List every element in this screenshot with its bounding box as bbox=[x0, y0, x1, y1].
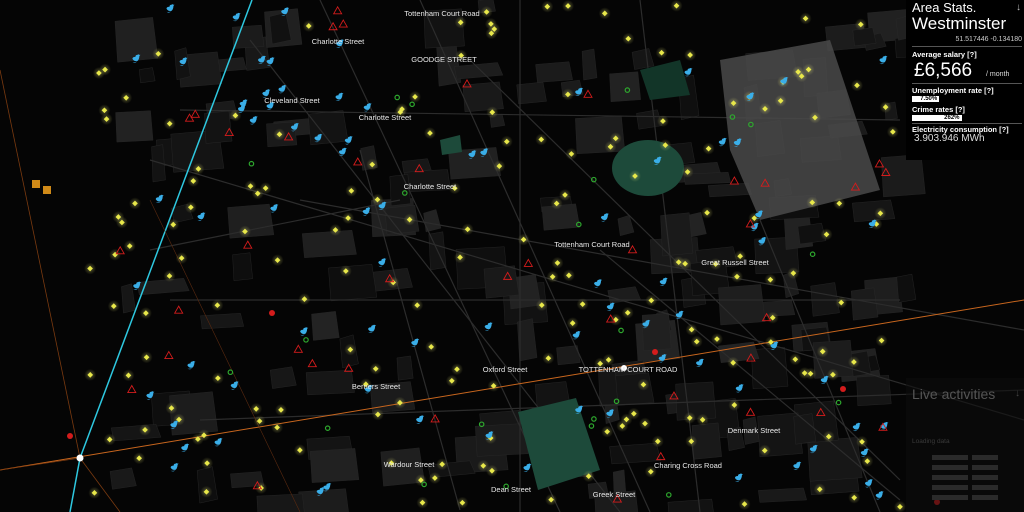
loading-text: Loading data bbox=[912, 438, 950, 445]
street-label: Berners Street bbox=[352, 382, 401, 391]
street-label: Oxford Street bbox=[483, 365, 529, 374]
street-label: Greek Street bbox=[593, 490, 636, 499]
street-label: Charlotte Street bbox=[359, 113, 412, 122]
building-block bbox=[269, 366, 297, 389]
building-block bbox=[396, 355, 414, 381]
building-block bbox=[516, 81, 547, 105]
park-bedford-square bbox=[612, 140, 684, 196]
live-item[interactable] bbox=[912, 484, 1022, 492]
street-label: Cleveland Street bbox=[264, 96, 320, 105]
camera-icon[interactable] bbox=[43, 186, 51, 194]
salary-label[interactable]: Average salary [?] bbox=[912, 50, 977, 59]
building-block bbox=[298, 488, 349, 512]
building-block bbox=[311, 311, 340, 341]
divider bbox=[912, 46, 1022, 47]
building-block bbox=[305, 369, 355, 396]
building-block bbox=[852, 199, 896, 223]
building-block bbox=[200, 313, 245, 330]
street-label: Charing Cross Road bbox=[654, 461, 722, 470]
live-activities-panel: Live activities ↓ Loading data bbox=[906, 378, 1024, 512]
building-block bbox=[483, 265, 520, 299]
street-label: Dean Street bbox=[491, 485, 532, 494]
street-label: Tottenham Court Road bbox=[554, 240, 629, 249]
crime-bar: 262% bbox=[912, 115, 962, 121]
live-item[interactable] bbox=[912, 464, 1022, 472]
building-block bbox=[216, 57, 247, 72]
building-block bbox=[793, 413, 817, 445]
arrow-down-icon[interactable]: ↓ bbox=[1016, 2, 1021, 13]
building-block bbox=[535, 61, 573, 83]
city-map[interactable]: Tottenham Court Road Charlotte Street GO… bbox=[0, 0, 1024, 512]
unemployment-label[interactable]: Unemployment rate [?] bbox=[912, 86, 994, 95]
red-dot-icon[interactable] bbox=[652, 349, 658, 355]
building-block bbox=[807, 437, 863, 482]
salary-unit: / month bbox=[986, 71, 1010, 78]
building-block bbox=[609, 71, 641, 102]
area-stats-panel: Area Stats. ↓ Westminster 51.517446 -0.1… bbox=[906, 0, 1024, 160]
street-label: Charlotte Street bbox=[404, 182, 457, 191]
building-block bbox=[139, 67, 156, 84]
divider bbox=[912, 83, 1022, 84]
street-label: GOODGE STREET bbox=[411, 55, 477, 64]
arrow-down-icon[interactable]: ↓ bbox=[1015, 388, 1020, 399]
red-dot-icon[interactable] bbox=[840, 386, 846, 392]
node-marker[interactable] bbox=[76, 454, 84, 462]
building-block bbox=[850, 287, 879, 321]
building-block bbox=[301, 230, 357, 258]
red-dot-icon[interactable] bbox=[269, 310, 275, 316]
panel-title: Area Stats. bbox=[912, 0, 977, 15]
red-dot-icon[interactable] bbox=[67, 433, 73, 439]
building-block bbox=[256, 493, 305, 512]
coordinates-readout: 51.517446 -0.134180 bbox=[955, 36, 1022, 43]
building-block bbox=[852, 27, 877, 47]
street-label: Charlotte Street bbox=[312, 37, 365, 46]
live-item[interactable] bbox=[912, 454, 1022, 462]
street-label: Wardour Street bbox=[384, 460, 435, 469]
building-block bbox=[115, 110, 154, 143]
building-block bbox=[758, 487, 807, 503]
live-title: Live activities bbox=[912, 386, 996, 402]
live-item[interactable] bbox=[912, 494, 1022, 502]
building-block bbox=[232, 24, 265, 49]
divider bbox=[912, 123, 1022, 124]
electricity-value: 3.903.946 MWh bbox=[914, 133, 985, 144]
building-block bbox=[232, 252, 253, 281]
building-block bbox=[856, 375, 892, 406]
building-block bbox=[642, 313, 672, 351]
building-block bbox=[109, 467, 137, 490]
building-block bbox=[707, 182, 752, 198]
live-item[interactable] bbox=[912, 474, 1022, 482]
building-block bbox=[169, 391, 218, 436]
street-label: TOTTENHAM COURT ROAD bbox=[579, 365, 678, 374]
building-block bbox=[541, 203, 581, 231]
crime-label[interactable]: Crime rates [?] bbox=[912, 105, 965, 114]
camera-icon[interactable] bbox=[32, 180, 40, 188]
building-block bbox=[309, 448, 360, 483]
street-label: Denmark Street bbox=[728, 426, 781, 435]
street-label: Tottenham Court Road bbox=[404, 9, 479, 18]
unemployment-bar: 7.50% bbox=[912, 96, 940, 102]
area-name: Westminster bbox=[912, 14, 1007, 33]
building-block bbox=[718, 284, 766, 326]
building-block bbox=[328, 264, 378, 302]
salary-value: £6,566 bbox=[914, 60, 973, 81]
street-label: Great Russell Street bbox=[701, 258, 769, 267]
